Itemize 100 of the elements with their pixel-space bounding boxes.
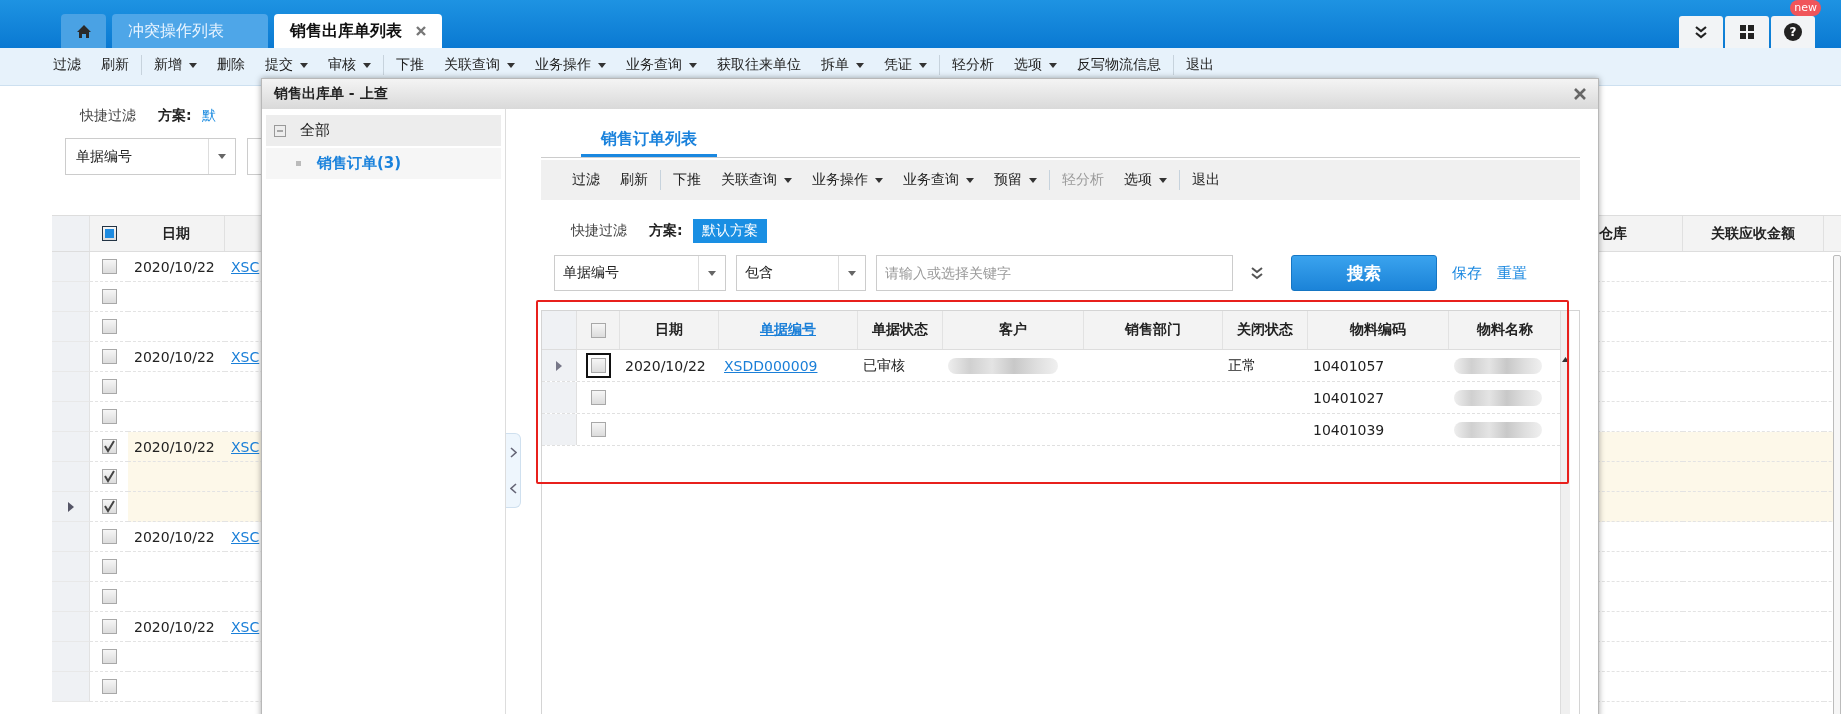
- row-pointer-icon: [67, 501, 74, 512]
- scheme-link[interactable]: 默: [201, 107, 216, 125]
- table-cell: 正常: [1228, 356, 1256, 375]
- close-icon[interactable]: [1574, 88, 1586, 100]
- checkbox[interactable]: [101, 589, 117, 604]
- checkbox[interactable]: [590, 322, 606, 338]
- scrollbar[interactable]: [1833, 255, 1841, 714]
- list-tab[interactable]: 销售订单列表: [581, 124, 717, 157]
- table-cell: 2020/10/22: [128, 252, 225, 282]
- chevron-left-icon: [509, 483, 517, 495]
- toolbar-button[interactable]: 预留: [984, 169, 1047, 191]
- column-header: 关闭状态: [1237, 321, 1293, 339]
- page-tab[interactable]: 销售出库单列表: [274, 14, 442, 48]
- scroll-up-icon[interactable]: [1562, 357, 1569, 362]
- toolbar-button[interactable]: 拆单: [811, 54, 874, 76]
- toolbar-button[interactable]: 凭证: [874, 54, 937, 76]
- table-cell: 2020/10/22: [128, 612, 225, 642]
- column-header: 日期: [655, 321, 683, 339]
- checkbox[interactable]: [590, 422, 606, 437]
- column-header: 单据状态: [872, 321, 928, 339]
- toolbar-button[interactable]: 下推: [386, 54, 434, 76]
- checkbox[interactable]: [101, 529, 117, 544]
- toolbar-button[interactable]: 业务操作: [802, 169, 893, 191]
- document-link[interactable]: XSC: [231, 618, 260, 635]
- double-chevron-icon[interactable]: [1251, 266, 1263, 280]
- toolbar-button[interactable]: 过滤: [43, 54, 91, 76]
- toolbar-button[interactable]: 业务查询: [616, 54, 707, 76]
- checkbox[interactable]: [101, 259, 117, 274]
- table-cell: 10401039: [1313, 421, 1385, 438]
- table-cell: 已审核: [863, 356, 905, 375]
- tree-item[interactable]: 销售订单(3): [266, 148, 501, 179]
- toolbar-button[interactable]: 关联查询: [711, 169, 802, 191]
- checkbox[interactable]: [101, 499, 117, 514]
- checkbox[interactable]: [101, 679, 117, 694]
- toolbar-button[interactable]: 删除: [207, 54, 255, 76]
- document-link[interactable]: XSDD000009: [724, 357, 818, 374]
- keyword-field[interactable]: 请输入或选择关键字: [876, 255, 1233, 291]
- checkbox[interactable]: [101, 649, 117, 664]
- toolbar-button[interactable]: 反写物流信息: [1067, 54, 1171, 76]
- checkbox[interactable]: [101, 349, 117, 364]
- checkbox[interactable]: [101, 226, 117, 241]
- checkbox[interactable]: [101, 289, 117, 304]
- checkbox[interactable]: [101, 469, 117, 484]
- toolbar-button[interactable]: 轻分析: [942, 54, 1004, 76]
- table-cell: 2020/10/22: [625, 357, 706, 374]
- document-link[interactable]: XSC: [231, 258, 260, 275]
- toolbar-button[interactable]: 下推: [663, 169, 711, 191]
- collapse-icon[interactable]: [274, 124, 286, 137]
- expand-button[interactable]: [1679, 16, 1723, 48]
- column-header: 客户: [999, 321, 1027, 339]
- table-cell: 2020/10/22: [128, 342, 225, 372]
- toolbar-button[interactable]: 选项: [1114, 169, 1177, 191]
- scheme-label: 方案:: [158, 107, 192, 125]
- checkbox[interactable]: [101, 409, 117, 424]
- home-icon: [75, 23, 92, 39]
- apps-button[interactable]: [1725, 16, 1769, 48]
- toolbar-button[interactable]: 审核: [318, 54, 381, 76]
- toolbar-button[interactable]: 退出: [1176, 54, 1224, 76]
- column-header: 关联应收金额: [1683, 216, 1824, 251]
- grid-icon: [1740, 25, 1754, 39]
- field-select[interactable]: 单据编号: [65, 138, 236, 175]
- toolbar-button[interactable]: 业务查询: [893, 169, 984, 191]
- checkbox[interactable]: [101, 319, 117, 334]
- column-header: 销售部门: [1125, 321, 1181, 339]
- help-button[interactable]: ?: [1771, 16, 1815, 48]
- checkbox[interactable]: [101, 379, 117, 394]
- toolbar-button[interactable]: 新增: [144, 54, 207, 76]
- toolbar-button[interactable]: 退出: [1182, 169, 1230, 191]
- table-cell: 10401027: [1313, 389, 1385, 406]
- toolbar-button[interactable]: 关联查询: [434, 54, 525, 76]
- checkbox[interactable]: [101, 439, 117, 454]
- toolbar-button[interactable]: 获取往来单位: [707, 54, 811, 76]
- table-cell: 10401057: [1313, 357, 1385, 374]
- link[interactable]: 重置: [1497, 263, 1527, 283]
- toolbar-button[interactable]: 提交: [255, 54, 318, 76]
- double-chevron-icon: [1694, 25, 1708, 39]
- link[interactable]: 保存: [1452, 263, 1482, 283]
- panel-toggle[interactable]: [506, 433, 521, 508]
- tree-item[interactable]: 全部: [266, 115, 501, 146]
- checkbox[interactable]: [101, 559, 117, 574]
- checkbox[interactable]: [590, 358, 606, 373]
- document-link[interactable]: XSC: [231, 348, 260, 365]
- new-badge: new: [1790, 0, 1821, 16]
- close-icon[interactable]: [416, 26, 426, 36]
- toolbar-button[interactable]: 刷新: [91, 54, 139, 76]
- field-select[interactable]: 单据编号: [554, 255, 726, 291]
- toolbar-button[interactable]: 过滤: [562, 169, 610, 191]
- checkbox[interactable]: [590, 390, 606, 405]
- scheme-label: 方案:: [649, 222, 683, 240]
- toolbar-button[interactable]: 刷新: [610, 169, 658, 191]
- toolbar-button[interactable]: 业务操作: [525, 54, 616, 76]
- home-tab[interactable]: [61, 14, 106, 48]
- checkbox[interactable]: [101, 619, 117, 634]
- column-header: 物料编码: [1350, 321, 1406, 339]
- operator-select[interactable]: 包含: [736, 255, 866, 291]
- dialog-title: 销售出库单 - 上查: [274, 85, 388, 103]
- document-link[interactable]: XSC: [231, 528, 260, 545]
- toolbar-button[interactable]: 选项: [1004, 54, 1067, 76]
- scrollbar[interactable]: [1560, 311, 1570, 714]
- document-link[interactable]: XSC: [231, 438, 260, 455]
